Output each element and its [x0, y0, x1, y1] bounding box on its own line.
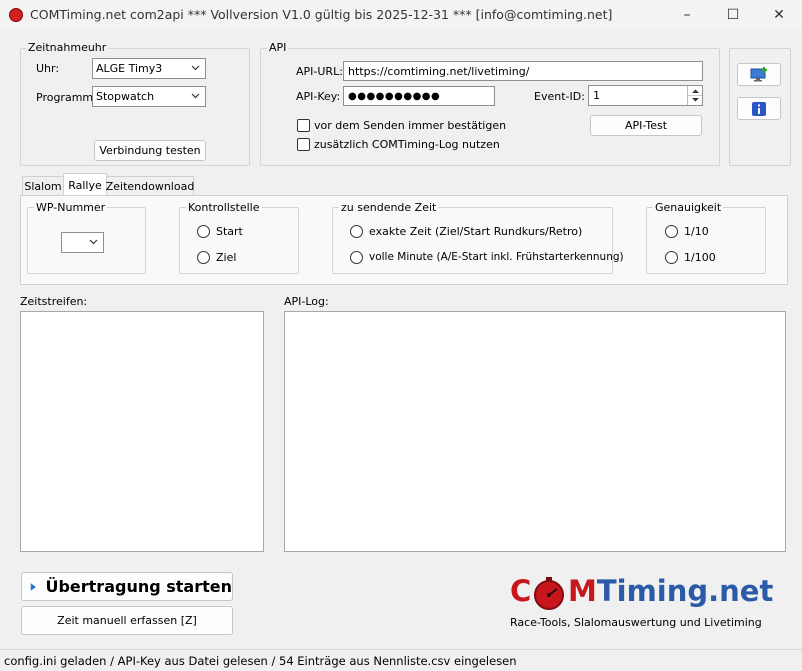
maximize-button[interactable]: ☐ [710, 0, 756, 30]
radio-start-label: Start [216, 225, 243, 238]
logo-wordmark: MTiming.net [568, 574, 774, 608]
zeitstreifen-label: Zeitstreifen: [20, 295, 88, 308]
radio-volle-minute-label: volle Minute (A/E-Start inkl. Frühstarte… [369, 251, 624, 263]
tab-slalom[interactable]: Slalom [22, 176, 64, 196]
zeit-group [332, 207, 613, 274]
genau-title: Genauigkeit [653, 201, 724, 214]
wp-select[interactable] [61, 232, 104, 253]
uebertragung-starten-button[interactable]: Übertragung starten [21, 572, 233, 601]
programm-label: Programm: [36, 91, 97, 104]
programm-value: Stopwatch [96, 90, 155, 103]
radio-zehntel-label: 1/10 [684, 225, 709, 238]
monitor-add-icon [750, 66, 767, 81]
close-icon: ✕ [773, 7, 785, 23]
verbindung-testen-button[interactable]: Verbindung testen [94, 140, 206, 161]
minimize-icon: – [683, 7, 691, 23]
radio-ziel-label: Ziel [216, 251, 237, 264]
play-icon [30, 582, 36, 591]
chevron-down-icon [191, 93, 200, 99]
zeit-title: zu sendende Zeit [339, 201, 439, 214]
status-bar: config.ini geladen / API-Key aus Datei g… [0, 649, 802, 671]
window-title: COMTiming.net com2api *** Vollversion V1… [30, 7, 613, 22]
kontroll-title: Kontrollstelle [186, 201, 262, 214]
close-button[interactable]: ✕ [756, 0, 802, 30]
radio-start[interactable] [197, 225, 210, 238]
stepper-arrows-icon [688, 89, 702, 102]
wp-title: WP-Nummer [34, 201, 108, 214]
zeitnahmeuhr-title: Zeitnahmeuhr [26, 41, 109, 54]
chevron-down-icon [191, 65, 200, 71]
radio-exakte-zeit-label: exakte Zeit (Ziel/Start Rundkurs/Retro) [369, 225, 583, 238]
tab-zeitendownload[interactable]: Zeitendownload [106, 176, 194, 196]
uhr-label: Uhr: [36, 62, 60, 75]
api-key-input[interactable]: ●●●●●●●●●● [343, 86, 495, 106]
radio-hundertstel[interactable] [665, 251, 678, 264]
event-id-label: Event-ID: [534, 90, 585, 103]
stepper-arrows[interactable] [687, 86, 702, 105]
radio-exakte-zeit[interactable] [350, 225, 363, 238]
log-label: zusätzlich COMTiming-Log nutzen [314, 138, 500, 151]
confirm-checkbox[interactable] [297, 119, 310, 132]
kontroll-group [179, 207, 299, 274]
programm-select[interactable]: Stopwatch [92, 86, 206, 107]
logo-tagline: Race-Tools, Slalomauswertung und Livetim… [510, 616, 762, 629]
title-bar: COMTiming.net com2api *** Vollversion V1… [0, 0, 802, 30]
api-url-label: API-URL: [296, 65, 343, 78]
app-icon [9, 8, 23, 22]
monitor-add-button[interactable] [737, 63, 781, 86]
zeitstreifen-textarea[interactable] [20, 311, 264, 552]
uhr-select[interactable]: ALGE Timy3 [92, 58, 206, 79]
maximize-icon: ☐ [726, 7, 740, 23]
tab-rallye[interactable]: Rallye [63, 173, 107, 196]
info-button[interactable] [737, 97, 781, 120]
event-id-value: 1 [593, 89, 600, 102]
radio-volle-minute[interactable] [350, 251, 363, 264]
radio-hundertstel-label: 1/100 [684, 251, 716, 264]
start-button-label: Übertragung starten [45, 577, 232, 596]
apilog-label: API-Log: [284, 295, 329, 308]
info-icon [752, 101, 766, 116]
chevron-down-icon [89, 239, 98, 245]
api-key-label: API-Key: [296, 90, 341, 103]
comtiming-logo: C MTiming.net Race-Tools, Slalomauswertu… [510, 572, 790, 629]
status-text: config.ini geladen / API-Key aus Datei g… [4, 654, 517, 668]
radio-ziel[interactable] [197, 251, 210, 264]
logo-prefix: C [510, 574, 532, 608]
confirm-label: vor dem Senden immer bestätigen [314, 119, 507, 132]
apilog-textarea[interactable] [284, 311, 786, 552]
minimize-button[interactable]: – [664, 0, 710, 30]
stopwatch-icon [534, 577, 564, 610]
api-title: API [267, 41, 289, 54]
zeit-manuell-button[interactable]: Zeit manuell erfassen [Z] [21, 606, 233, 635]
event-id-stepper[interactable]: 1 [588, 85, 703, 106]
radio-zehntel[interactable] [665, 225, 678, 238]
log-checkbox[interactable] [297, 138, 310, 151]
api-test-button[interactable]: API-Test [590, 115, 702, 136]
uhr-value: ALGE Timy3 [96, 62, 163, 75]
api-url-input[interactable]: https://comtiming.net/livetiming/ [343, 61, 703, 81]
